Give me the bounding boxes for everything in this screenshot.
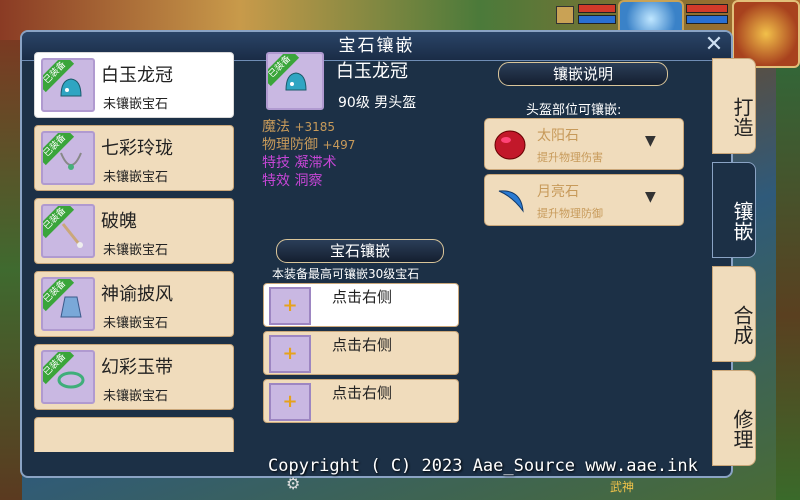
stat-effect: 特效 洞察 [262, 170, 322, 190]
stat-value: 洞察 [294, 173, 323, 189]
stat-value: +497 [322, 138, 356, 152]
gem-name: 太阳石 [537, 128, 579, 144]
dropdown-arrow-icon[interactable]: ▼ [645, 189, 656, 205]
helmet-icon: 已装备 [41, 58, 95, 112]
list-item-2[interactable]: 已装备 破魄 未镶嵌宝石 [34, 198, 234, 264]
selected-helmet-icon: 已装备 [266, 52, 324, 110]
necklace-icon: 已装备 [41, 131, 95, 185]
add-gem-icon: + [269, 383, 311, 421]
sun-gem-icon [494, 130, 526, 160]
gem-slot-2[interactable]: + 点击右侧 [263, 331, 459, 375]
stat-key: 魔法 [262, 119, 290, 135]
tab-repair[interactable]: 修理 [712, 370, 756, 466]
tab-inlay[interactable]: 镶嵌 [712, 162, 756, 258]
item-status: 未镶嵌宝石 [103, 389, 169, 404]
health-bar [578, 4, 616, 13]
moon-gem-icon [498, 190, 524, 213]
gem-name: 月亮石 [537, 184, 579, 200]
tab-compose[interactable]: 合成 [712, 266, 756, 362]
gem-inlay-hint: 本装备最高可镶嵌30级宝石 [272, 267, 420, 281]
list-item-4[interactable]: 已装备 幻彩玉带 未镶嵌宝石 [34, 344, 234, 410]
player-status-bars [578, 2, 616, 24]
item-name: 破魄 [101, 211, 137, 232]
inlay-info-header: 镶嵌说明 [498, 62, 668, 86]
selected-item-level: 90级 男头盔 [338, 95, 417, 111]
list-item-3[interactable]: 已装备 神谕披风 未镶嵌宝石 [34, 271, 234, 337]
dropdown-arrow-icon[interactable]: ▼ [645, 133, 656, 149]
pet-health-bar [686, 4, 728, 13]
belt-icon: 已装备 [41, 350, 95, 404]
gem-description: 提升物理伤害 [537, 151, 603, 164]
tab-forge[interactable]: 打造 [712, 58, 756, 154]
item-name: 白玉龙冠 [101, 65, 173, 86]
pet-mana-bar [686, 15, 728, 24]
game-world-left-edge [0, 40, 22, 500]
item-status: 未镶嵌宝石 [103, 243, 169, 258]
item-status: 未镶嵌宝石 [103, 97, 169, 112]
slot-label: 点击右侧 [332, 384, 393, 402]
item-name: 七彩玲珑 [101, 138, 173, 159]
list-item-1[interactable]: 已装备 七彩玲珑 未镶嵌宝石 [34, 125, 234, 191]
stat-magic: 魔法 +3185 [262, 116, 335, 136]
cape-icon: 已装备 [41, 277, 95, 331]
game-world-right-edge [776, 40, 800, 500]
mana-bar [578, 15, 616, 24]
pet-status-bars [686, 2, 728, 24]
weapon-icon: 已装备 [41, 204, 95, 258]
add-gem-icon: + [269, 335, 311, 373]
gem-option-sun[interactable]: 太阳石 提升物理伤害 ▼ [484, 118, 684, 170]
game-label: 武神 [610, 480, 635, 494]
add-gem-icon: + [269, 287, 311, 325]
stat-value: 凝滞术 [294, 155, 337, 171]
item-name: 神谕披风 [101, 284, 173, 305]
stat-key: 特技 [262, 155, 290, 171]
stat-value: +3185 [294, 120, 336, 134]
copyright-watermark: Copyright ( C) 2023 Aae_Source www.aae.i… [268, 456, 698, 476]
slot-label: 点击右侧 [332, 288, 393, 306]
selected-item-name: 白玉龙冠 [336, 61, 408, 82]
hud-menu-icon[interactable] [556, 6, 574, 24]
list-item-0[interactable]: 已装备 白玉龙冠 未镶嵌宝石 [34, 52, 234, 118]
close-button[interactable]: ✕ [703, 34, 725, 56]
gem-slot-1[interactable]: + 点击右侧 [263, 283, 459, 327]
equipment-list[interactable]: 已装备 白玉龙冠 未镶嵌宝石 已装备 七彩玲珑 未镶嵌宝石 已装备 破魄 未镶嵌… [34, 52, 236, 452]
gem-option-moon[interactable]: 月亮石 提升物理防御 ▼ [484, 174, 684, 226]
inlay-info-hint: 头盔部位可镶嵌: [526, 103, 622, 118]
list-item-partial[interactable] [34, 417, 234, 452]
gem-inlay-header: 宝石镶嵌 [276, 239, 444, 263]
settings-gear-icon[interactable]: ⚙ [286, 474, 300, 493]
item-status: 未镶嵌宝石 [103, 170, 169, 185]
slot-label: 点击右侧 [332, 336, 393, 354]
item-name: 幻彩玉带 [101, 357, 173, 378]
stat-key: 物理防御 [262, 137, 318, 153]
gem-description: 提升物理防御 [537, 207, 603, 220]
stat-key: 特效 [262, 173, 290, 189]
stat-skill: 特技 凝滞术 [262, 152, 336, 172]
item-status: 未镶嵌宝石 [103, 316, 169, 331]
stat-physical-defense: 物理防御 +497 [262, 134, 355, 154]
gem-slot-3[interactable]: + 点击右侧 [263, 379, 459, 423]
